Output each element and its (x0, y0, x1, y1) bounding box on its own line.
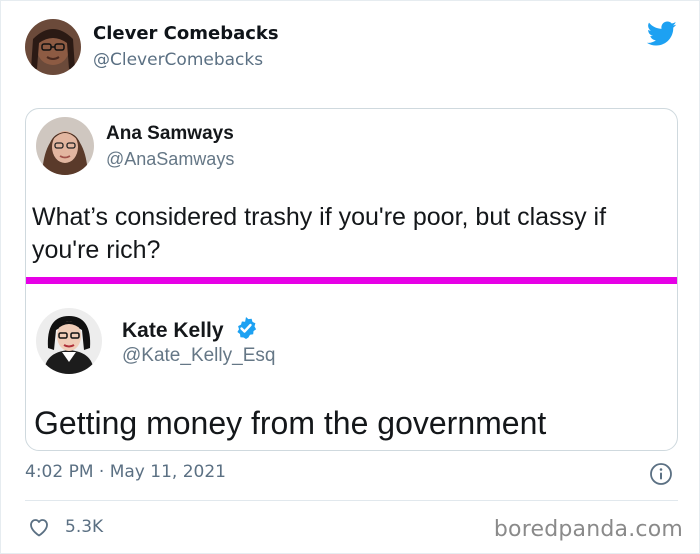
author-avatar[interactable] (25, 19, 81, 75)
quoted-text-2: Getting money from the government (34, 405, 547, 441)
tweet-card: Clever Comebacks @CleverComebacks Ana Sa… (0, 0, 700, 554)
quoted-handle-2: @Kate_Kelly_Esq (122, 345, 276, 366)
quoted-name-2-text: Kate Kelly (122, 319, 224, 342)
quoted-handle-1: @AnaSamways (106, 149, 235, 169)
quoted-avatar-1 (36, 117, 94, 175)
magenta-divider (26, 277, 677, 284)
like-button[interactable]: 5.3K (27, 515, 103, 539)
tweet-header: Clever Comebacks @CleverComebacks (25, 19, 279, 75)
quoted-screenshot: Ana Samways @AnaSamways What’s considere… (25, 108, 678, 451)
watermark: boredpanda.com (493, 517, 683, 542)
author-names: Clever Comebacks @CleverComebacks (93, 22, 279, 72)
author-handle[interactable]: @CleverComebacks (93, 48, 279, 72)
info-icon[interactable] (649, 462, 673, 486)
quoted-text-1: What’s considered trashy if you're poor,… (32, 203, 607, 264)
author-name[interactable]: Clever Comebacks (93, 22, 279, 46)
quoted-name-2: Kate Kelly (122, 316, 258, 343)
twitter-bird-icon[interactable] (647, 21, 677, 47)
heart-icon (30, 519, 48, 537)
quoted-name-1: Ana Samways (106, 123, 234, 144)
verified-badge-icon (237, 317, 257, 339)
quoted-avatar-2 (36, 308, 102, 374)
tweet-timestamp[interactable]: 4:02 PM · May 11, 2021 (25, 462, 226, 482)
like-count: 5.3K (65, 517, 104, 537)
divider-line (25, 500, 678, 501)
